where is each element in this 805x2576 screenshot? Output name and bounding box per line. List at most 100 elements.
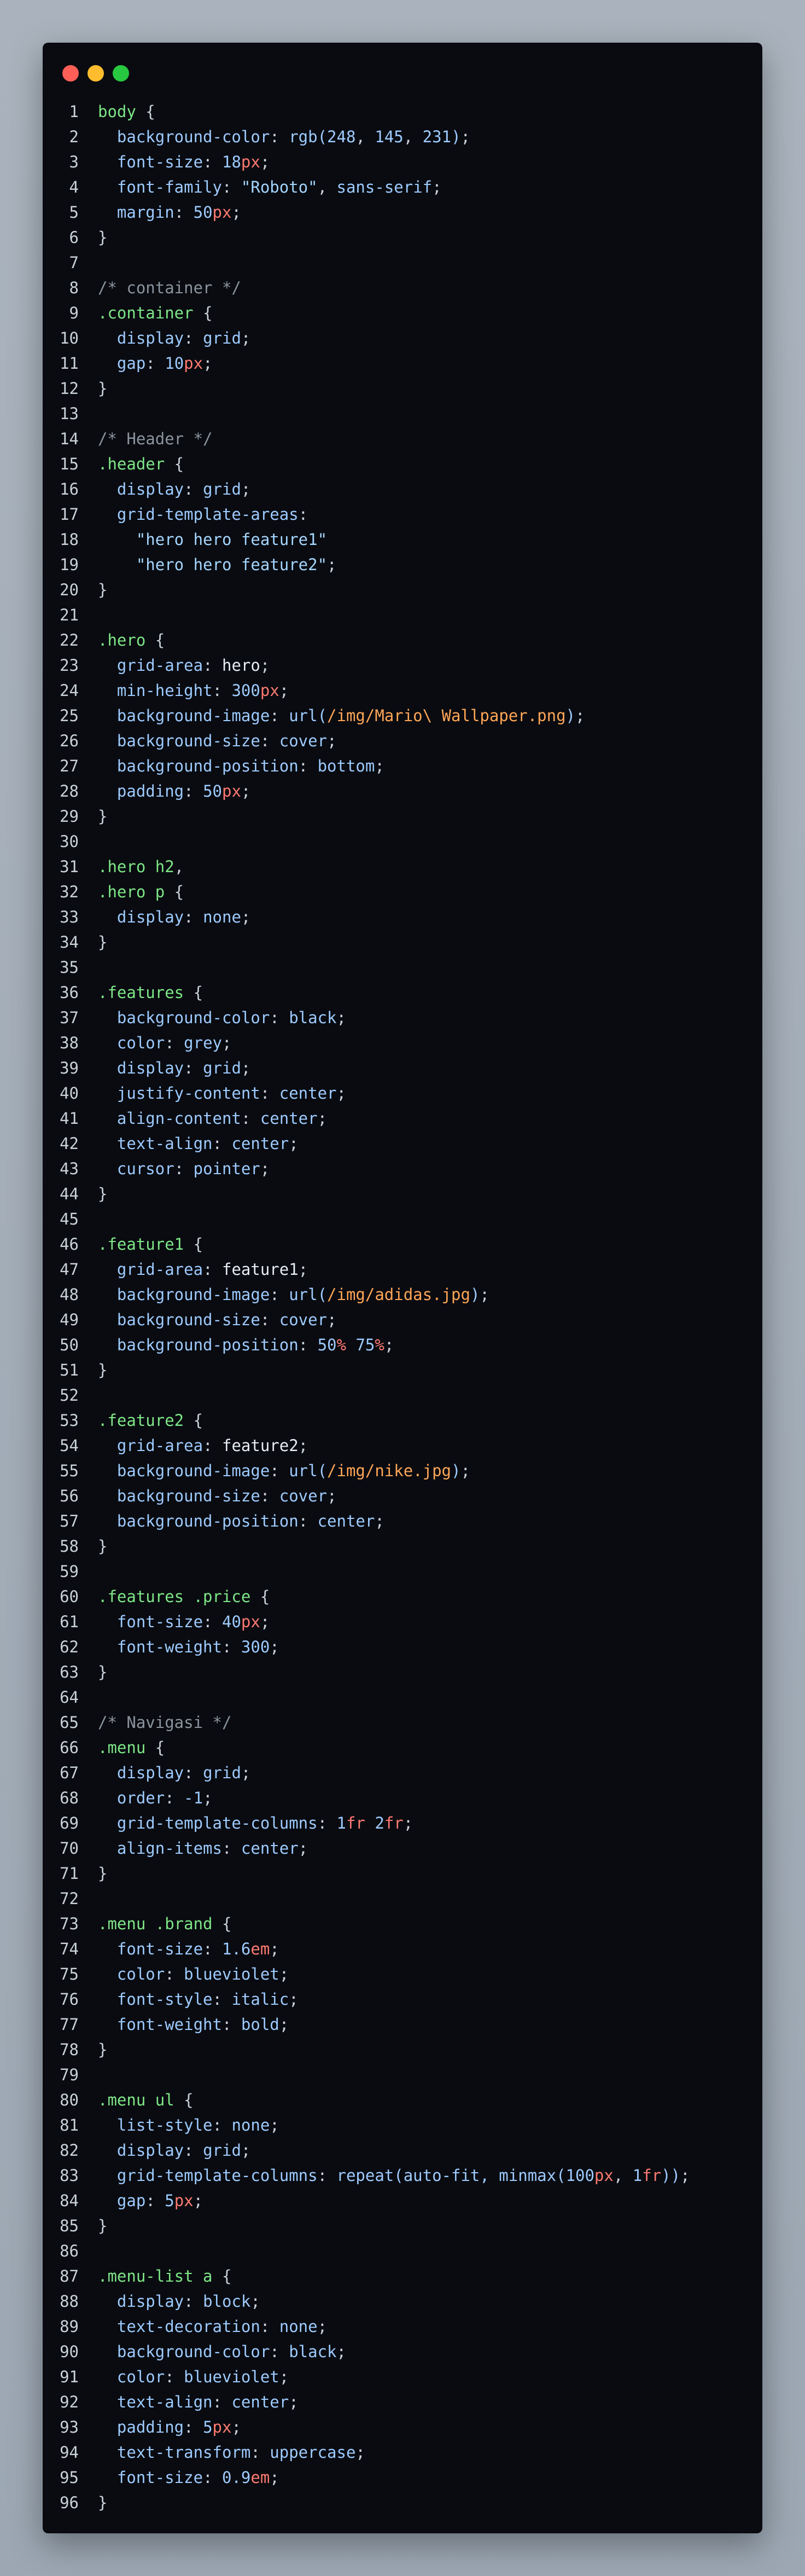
code-token: ; (680, 2166, 690, 2185)
code-line: 10 display: grid; (43, 326, 762, 351)
code-token: ; (203, 354, 213, 373)
code-line: 85} (43, 2213, 762, 2238)
code-line: 27 background-position: bottom; (43, 753, 762, 779)
code-token: align-items (116, 1839, 222, 1858)
code-token: grid (203, 480, 241, 498)
code-token: ; (270, 1638, 279, 1656)
code-token: cover (279, 732, 328, 750)
code-token: ; (327, 1487, 337, 1505)
line-number: 24 (60, 681, 79, 700)
code-token: .container (98, 304, 194, 322)
code-token: px (241, 153, 260, 171)
code-text: align-content: center; (98, 1106, 327, 1131)
code-token: : (298, 505, 308, 524)
code-text: display: grid; (98, 326, 250, 351)
code-token: } (98, 581, 108, 599)
code-line: 61 font-size: 40px; (43, 1609, 762, 1634)
code-token: { (212, 2267, 232, 2285)
code-text: background-image: url(/img/adidas.jpg); (98, 1282, 489, 1307)
code-text: background-image: url(/img/nike.jpg); (98, 1458, 470, 1483)
code-line: 13 (43, 401, 762, 426)
code-text: display: none; (98, 904, 250, 930)
code-token: { (184, 1235, 203, 1254)
close-window-icon[interactable] (62, 65, 79, 82)
line-number: 95 (60, 2468, 79, 2487)
code-token: } (98, 1864, 108, 1883)
code-token: blueviolet (184, 2368, 279, 2386)
code-text: } (98, 2490, 107, 2515)
code-token: background-position (116, 757, 299, 775)
code-token: ; (279, 681, 289, 700)
line-number: 66 (60, 1738, 79, 1757)
line-number: 63 (60, 1663, 79, 1681)
code-token: repeat(auto-fit, minmax( (336, 2166, 566, 2185)
code-token: /* Header */ (98, 430, 213, 448)
code-token: url( (289, 706, 328, 725)
code-text: order: -1; (98, 1785, 213, 1811)
code-token: : (174, 1159, 194, 1178)
code-token: ; (241, 480, 251, 498)
code-text: } (98, 804, 107, 829)
code-token: .feature2 (98, 1411, 184, 1430)
code-token: { (145, 631, 165, 649)
code-token: .hero h2 (98, 857, 174, 876)
code-line: 6} (43, 225, 762, 250)
code-line: 14 /* Header */ (43, 426, 762, 451)
code-text: } (98, 930, 107, 955)
code-text: } (98, 376, 107, 401)
line-number: 31 (60, 857, 79, 876)
minimize-window-icon[interactable] (88, 65, 104, 82)
code-text: .container { (98, 300, 213, 326)
code-token: ; (270, 2116, 279, 2134)
code-text: text-align: center; (98, 2389, 299, 2415)
code-token: : (184, 908, 203, 926)
code-token: } (98, 1185, 108, 1203)
line-number: 80 (60, 2091, 79, 2109)
code-token: px (241, 1612, 260, 1631)
code-line: 62 font-weight: 300; (43, 1634, 762, 1660)
line-number: 81 (60, 2116, 79, 2134)
code-token: ; (250, 2292, 260, 2311)
code-token: , (613, 2166, 633, 2185)
code-token: ; (355, 2443, 365, 2462)
code-token: ; (317, 1109, 328, 1128)
code-token: , (355, 127, 375, 146)
line-number: 94 (60, 2443, 79, 2462)
code-line: 71} (43, 1861, 762, 1886)
code-line: 92 text-align: center; (43, 2389, 762, 2415)
line-number: 64 (60, 1688, 79, 1707)
code-token: background-size (116, 732, 260, 750)
code-line: 22 .hero { (43, 628, 762, 653)
code-token: , (317, 178, 337, 196)
code-token: .menu-list a (98, 2267, 213, 2285)
code-token: justify-content (116, 1084, 260, 1103)
line-number: 93 (60, 2418, 79, 2436)
code-token: display (116, 1059, 184, 1077)
zoom-window-icon[interactable] (113, 65, 129, 82)
code-text: "hero hero feature2"; (98, 552, 337, 577)
code-line: 70 align-items: center; (43, 1836, 762, 1861)
code-line: 1 body { (43, 99, 762, 124)
code-text: .header { (98, 451, 184, 477)
code-text: display: grid; (98, 2138, 250, 2163)
code-text: font-size: 40px; (98, 1609, 270, 1634)
code-token: : (184, 329, 203, 347)
code-text: body { (98, 99, 155, 124)
code-token: .hero (98, 631, 146, 649)
line-number: 69 (60, 1814, 79, 1832)
code-token: color (116, 1034, 165, 1052)
line-number: 70 (60, 1839, 79, 1858)
